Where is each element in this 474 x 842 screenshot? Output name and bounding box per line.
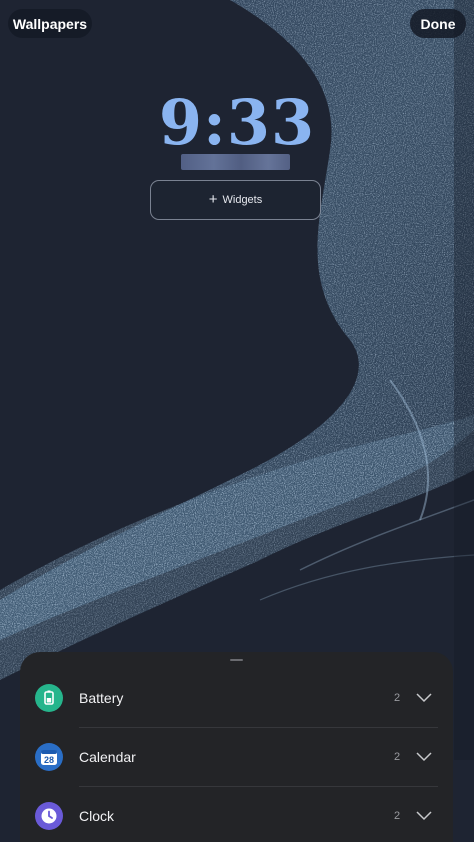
calendar-icon: 28 bbox=[35, 743, 63, 771]
widget-count: 2 bbox=[394, 810, 401, 822]
add-widgets-button[interactable]: + Widgets bbox=[150, 180, 321, 220]
widget-count: 2 bbox=[394, 751, 401, 763]
widget-count: 2 bbox=[394, 692, 401, 704]
widget-picker-sheet: Battery 2 28 Calendar 2 Clock 2 bbox=[20, 652, 453, 842]
widget-row-calendar[interactable]: 28 Calendar 2 bbox=[20, 728, 453, 786]
plus-icon: + bbox=[208, 191, 218, 208]
chevron-down-icon[interactable] bbox=[416, 693, 432, 703]
done-button[interactable]: Done bbox=[410, 9, 466, 38]
lock-screen-clock[interactable]: 9:33 bbox=[0, 88, 474, 158]
widget-label: Calendar bbox=[79, 749, 136, 765]
date-placeholder[interactable] bbox=[181, 154, 290, 170]
widget-label: Clock bbox=[79, 808, 115, 824]
wallpapers-button[interactable]: Wallpapers bbox=[8, 9, 92, 38]
chevron-down-icon[interactable] bbox=[416, 811, 432, 821]
sheet-drag-handle[interactable] bbox=[230, 659, 243, 661]
widget-label: Battery bbox=[79, 690, 124, 706]
svg-text:28: 28 bbox=[44, 755, 54, 765]
battery-icon bbox=[35, 684, 63, 712]
widgets-label: Widgets bbox=[222, 194, 263, 206]
widget-row-battery[interactable]: Battery 2 bbox=[20, 669, 453, 727]
chevron-down-icon[interactable] bbox=[416, 752, 432, 762]
clock-icon bbox=[35, 802, 63, 830]
widget-row-clock[interactable]: Clock 2 bbox=[20, 787, 453, 842]
lock-screen-editor: Wallpapers Done 9:33 + Widgets Battery 2 bbox=[0, 0, 474, 842]
